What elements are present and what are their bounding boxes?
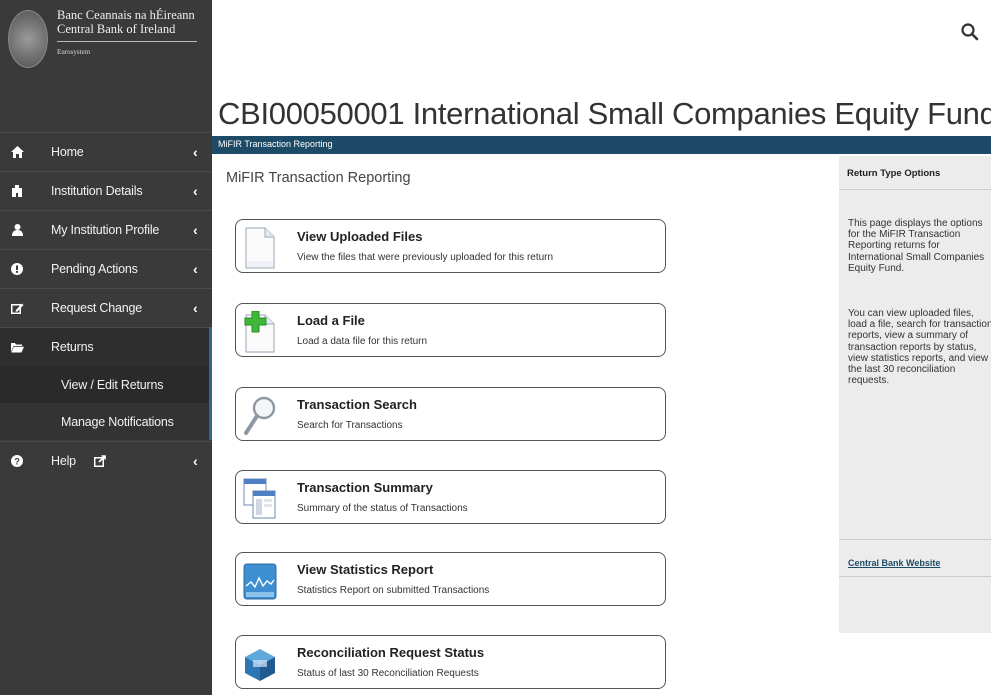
home-icon [10, 145, 24, 159]
central-bank-logo[interactable]: Banc Ceannais na hÉireann Central Bank o… [0, 0, 212, 80]
eurosystem-label: Eurosystem [57, 48, 91, 56]
option-description: Load a data file for this return [297, 336, 428, 347]
external-link-icon [93, 454, 107, 468]
sidebar-subitem-label: View / Edit Returns [61, 377, 164, 392]
transaction-search-button[interactable]: Transaction Search Search for Transactio… [235, 387, 666, 441]
view-statistics-report-button[interactable]: View Statistics Report Statistics Report… [235, 552, 666, 606]
sidebar-item-label: Institution Details [51, 184, 143, 198]
chevron-left-icon: ‹ [193, 453, 198, 469]
chevron-left-icon: ‹ [193, 222, 198, 238]
option-title: View Uploaded Files [297, 229, 423, 244]
panel-divider [839, 576, 991, 577]
central-bank-website-link[interactable]: Central Bank Website [848, 558, 940, 568]
panel-paragraph: You can view uploaded files, load a file… [848, 308, 991, 387]
folder-open-icon [10, 340, 24, 354]
sidebar-item-label: Home [51, 145, 84, 159]
return-type-options-panel: Return Type Options This page displays t… [839, 156, 991, 633]
panel-header: Return Type Options [839, 156, 991, 190]
document-icon [243, 227, 277, 269]
svg-text:?: ? [14, 456, 19, 466]
bank-seal-icon [8, 10, 48, 68]
sidebar-item-label: Request Change [51, 301, 143, 315]
question-icon: ? [10, 454, 24, 468]
magnifier-icon [243, 395, 277, 435]
page-title: CBI00050001 International Small Companie… [218, 96, 991, 131]
reconciliation-request-status-button[interactable]: Reconciliation Request Status Status of … [235, 635, 666, 689]
breadcrumb: MiFIR Transaction Reporting [212, 136, 991, 154]
sidebar-item-request-change[interactable]: Request Change ‹ [0, 288, 212, 327]
sidebar-item-institution-details[interactable]: Institution Details ‹ [0, 171, 212, 210]
search-button[interactable] [960, 22, 980, 42]
windows-icon [243, 478, 277, 519]
cube-icon [243, 643, 277, 683]
panel-paragraph: This page displays the options for the M… [848, 218, 985, 274]
panel-divider [839, 539, 991, 540]
sidebar-item-my-institution-profile[interactable]: My Institution Profile ‹ [0, 210, 212, 249]
sidebar-subitem-manage-notifications[interactable]: Manage Notifications [0, 403, 212, 440]
option-title: Load a File [297, 313, 365, 328]
sidebar-item-pending-actions[interactable]: Pending Actions ‹ [0, 249, 212, 288]
option-title: View Statistics Report [297, 562, 434, 577]
option-description: Statistics Report on submitted Transacti… [297, 585, 490, 596]
transaction-summary-button[interactable]: Transaction Summary Summary of the statu… [235, 470, 666, 524]
sidebar-subitem-label: Manage Notifications [61, 414, 174, 429]
sidebar-item-help[interactable]: ? Help ‹ [0, 441, 212, 480]
option-title: Transaction Search [297, 397, 417, 412]
bank-name-irish: Banc Ceannais na hÉireann [57, 8, 195, 22]
chevron-left-icon: ‹ [193, 183, 198, 199]
edit-icon [10, 301, 24, 315]
option-description: Summary of the status of Transactions [297, 503, 468, 514]
sidebar-item-label: Returns [51, 340, 94, 354]
section-heading: MiFIR Transaction Reporting [226, 170, 411, 186]
sidebar-item-returns[interactable]: Returns [0, 327, 212, 366]
building-icon [10, 184, 24, 198]
sidebar-item-home[interactable]: Home ‹ [0, 132, 212, 171]
load-a-file-button[interactable]: Load a File Load a data file for this re… [235, 303, 666, 357]
logo-divider [57, 41, 197, 42]
bank-name-english: Central Bank of Ireland [57, 22, 176, 36]
view-uploaded-files-button[interactable]: View Uploaded Files View the files that … [235, 219, 666, 273]
sidebar: Banc Ceannais na hÉireann Central Bank o… [0, 0, 212, 695]
sidebar-item-label: My Institution Profile [51, 223, 160, 237]
option-title: Reconciliation Request Status [297, 645, 485, 660]
option-description: Search for Transactions [297, 420, 403, 431]
add-file-icon [243, 310, 277, 353]
sidebar-subitem-view-edit-returns[interactable]: View / Edit Returns [0, 366, 212, 403]
option-description: View the files that were previously uplo… [297, 252, 554, 263]
sidebar-item-label: Help [51, 454, 76, 468]
search-icon [961, 23, 979, 41]
user-icon [10, 223, 24, 237]
option-description: Status of last 30 Reconciliation Request… [297, 668, 479, 679]
chevron-left-icon: ‹ [193, 261, 198, 277]
sidebar-item-label: Pending Actions [51, 262, 138, 276]
chevron-left-icon: ‹ [193, 144, 198, 160]
option-title: Transaction Summary [297, 480, 433, 495]
chevron-left-icon: ‹ [193, 300, 198, 316]
active-section-indicator [209, 327, 212, 440]
alert-icon [10, 262, 24, 276]
chart-icon [243, 560, 277, 600]
